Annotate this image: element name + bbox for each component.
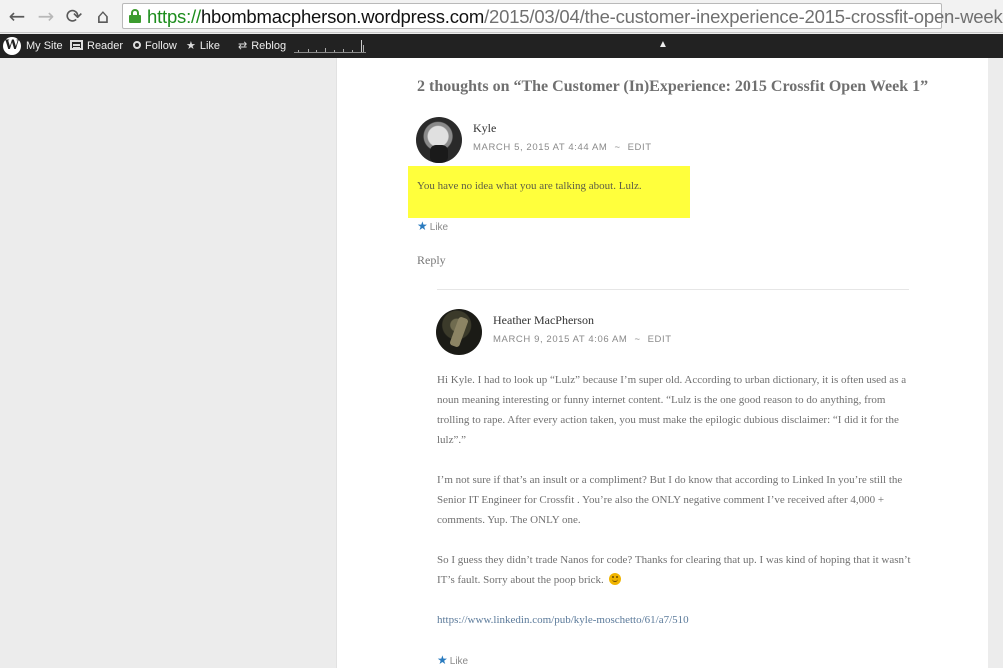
edit-link[interactable]: EDIT <box>628 142 652 153</box>
avatar-kyle[interactable] <box>416 117 462 163</box>
comment-paragraph-text: So I guess they didn’t trade Nanos for c… <box>437 554 911 586</box>
like-label: Like <box>199 40 221 52</box>
reblog-button[interactable]: ⇄ Reblog <box>238 34 286 58</box>
reader-label: Reader <box>87 40 124 52</box>
home-icon[interactable]: ⌂ <box>93 6 113 26</box>
follow-label: Follow <box>145 40 177 52</box>
comment-body: Hi Kyle. I had to look up “Lulz” because… <box>437 370 915 630</box>
meta-separator: ~ <box>614 142 621 153</box>
follow-icon <box>133 41 141 49</box>
reload-icon[interactable]: ⟳ <box>64 6 84 26</box>
wordpress-logo-icon[interactable]: W <box>3 37 21 55</box>
reply-link[interactable]: Reply <box>417 253 446 268</box>
comment-date-link[interactable]: MARCH 9, 2015 AT 4:06 AM <box>493 334 627 345</box>
highlight-marker <box>408 166 690 218</box>
back-arrow-icon[interactable]: ← <box>7 6 27 26</box>
url-path: /2015/03/04/the-customer-inexperience-20… <box>484 6 1003 27</box>
comment-author[interactable]: Kyle <box>473 121 496 136</box>
browser-toolbar: ← → ⟳ ⌂ https://hbombmacpherson.wordpres… <box>0 0 1003 33</box>
follow-button[interactable]: Follow <box>133 34 177 58</box>
page-right-margin <box>988 58 1003 668</box>
like-button[interactable]: ★ Like <box>437 653 468 667</box>
my-site-link[interactable]: My Site <box>26 34 63 58</box>
edit-link[interactable]: EDIT <box>648 334 672 345</box>
url-text[interactable]: https://hbombmacpherson.wordpress.com/20… <box>147 6 1003 28</box>
like-button[interactable]: ★ Like <box>417 219 448 233</box>
comment-paragraph: Hi Kyle. I had to look up “Lulz” because… <box>437 374 907 446</box>
lock-icon <box>129 9 141 23</box>
url-scheme: https:// <box>147 6 201 27</box>
comment-author[interactable]: Heather MacPherson <box>493 313 594 328</box>
linkedin-link[interactable]: https://www.linkedin.com/pub/kyle-mosche… <box>437 614 689 626</box>
page-left-margin <box>0 58 336 668</box>
meta-separator: ~ <box>634 334 641 345</box>
reblog-icon: ⇄ <box>238 40 248 52</box>
comment-paragraph: I’m not sure if that’s an insult or a co… <box>437 474 903 526</box>
reader-link[interactable]: Reader <box>70 34 123 58</box>
star-icon: ★ <box>437 653 448 667</box>
avatar-heather[interactable] <box>436 309 482 355</box>
reblog-label: Reblog <box>251 40 287 52</box>
like-label: Like <box>449 656 469 667</box>
collapse-bar-icon[interactable]: ▲ <box>658 39 668 50</box>
url-host: hbombmacpherson.wordpress.com <box>200 6 485 27</box>
smiley-emoji-icon <box>608 573 621 585</box>
comment-divider <box>437 289 909 290</box>
comment-meta: MARCH 9, 2015 AT 4:06 AM ~ EDIT <box>493 334 672 345</box>
comments-title: 2 thoughts on “The Customer (In)Experien… <box>417 78 929 95</box>
stats-sparkline[interactable] <box>294 39 366 53</box>
like-label: Like <box>429 222 449 233</box>
like-button[interactable]: ★ Like <box>186 34 220 58</box>
comment-meta: MARCH 5, 2015 AT 4:44 AM ~ EDIT <box>473 142 652 153</box>
reader-icon <box>70 40 83 50</box>
comment-date-link[interactable]: MARCH 5, 2015 AT 4:44 AM <box>473 142 607 153</box>
star-icon: ★ <box>417 219 428 233</box>
star-icon: ★ <box>186 40 196 52</box>
forward-arrow-icon[interactable]: → <box>36 6 56 26</box>
wp-admin-bar: W My Site Reader Follow ★ Like ⇄ Reblog ▲ <box>0 34 1003 58</box>
comment-paragraph: https://www.linkedin.com/pub/kyle-mosche… <box>437 610 915 630</box>
address-bar[interactable]: https://hbombmacpherson.wordpress.com/20… <box>122 3 1003 29</box>
comment-text: You have no idea what you are talking ab… <box>417 180 642 192</box>
comment-paragraph: So I guess they didn’t trade Nanos for c… <box>437 550 915 590</box>
